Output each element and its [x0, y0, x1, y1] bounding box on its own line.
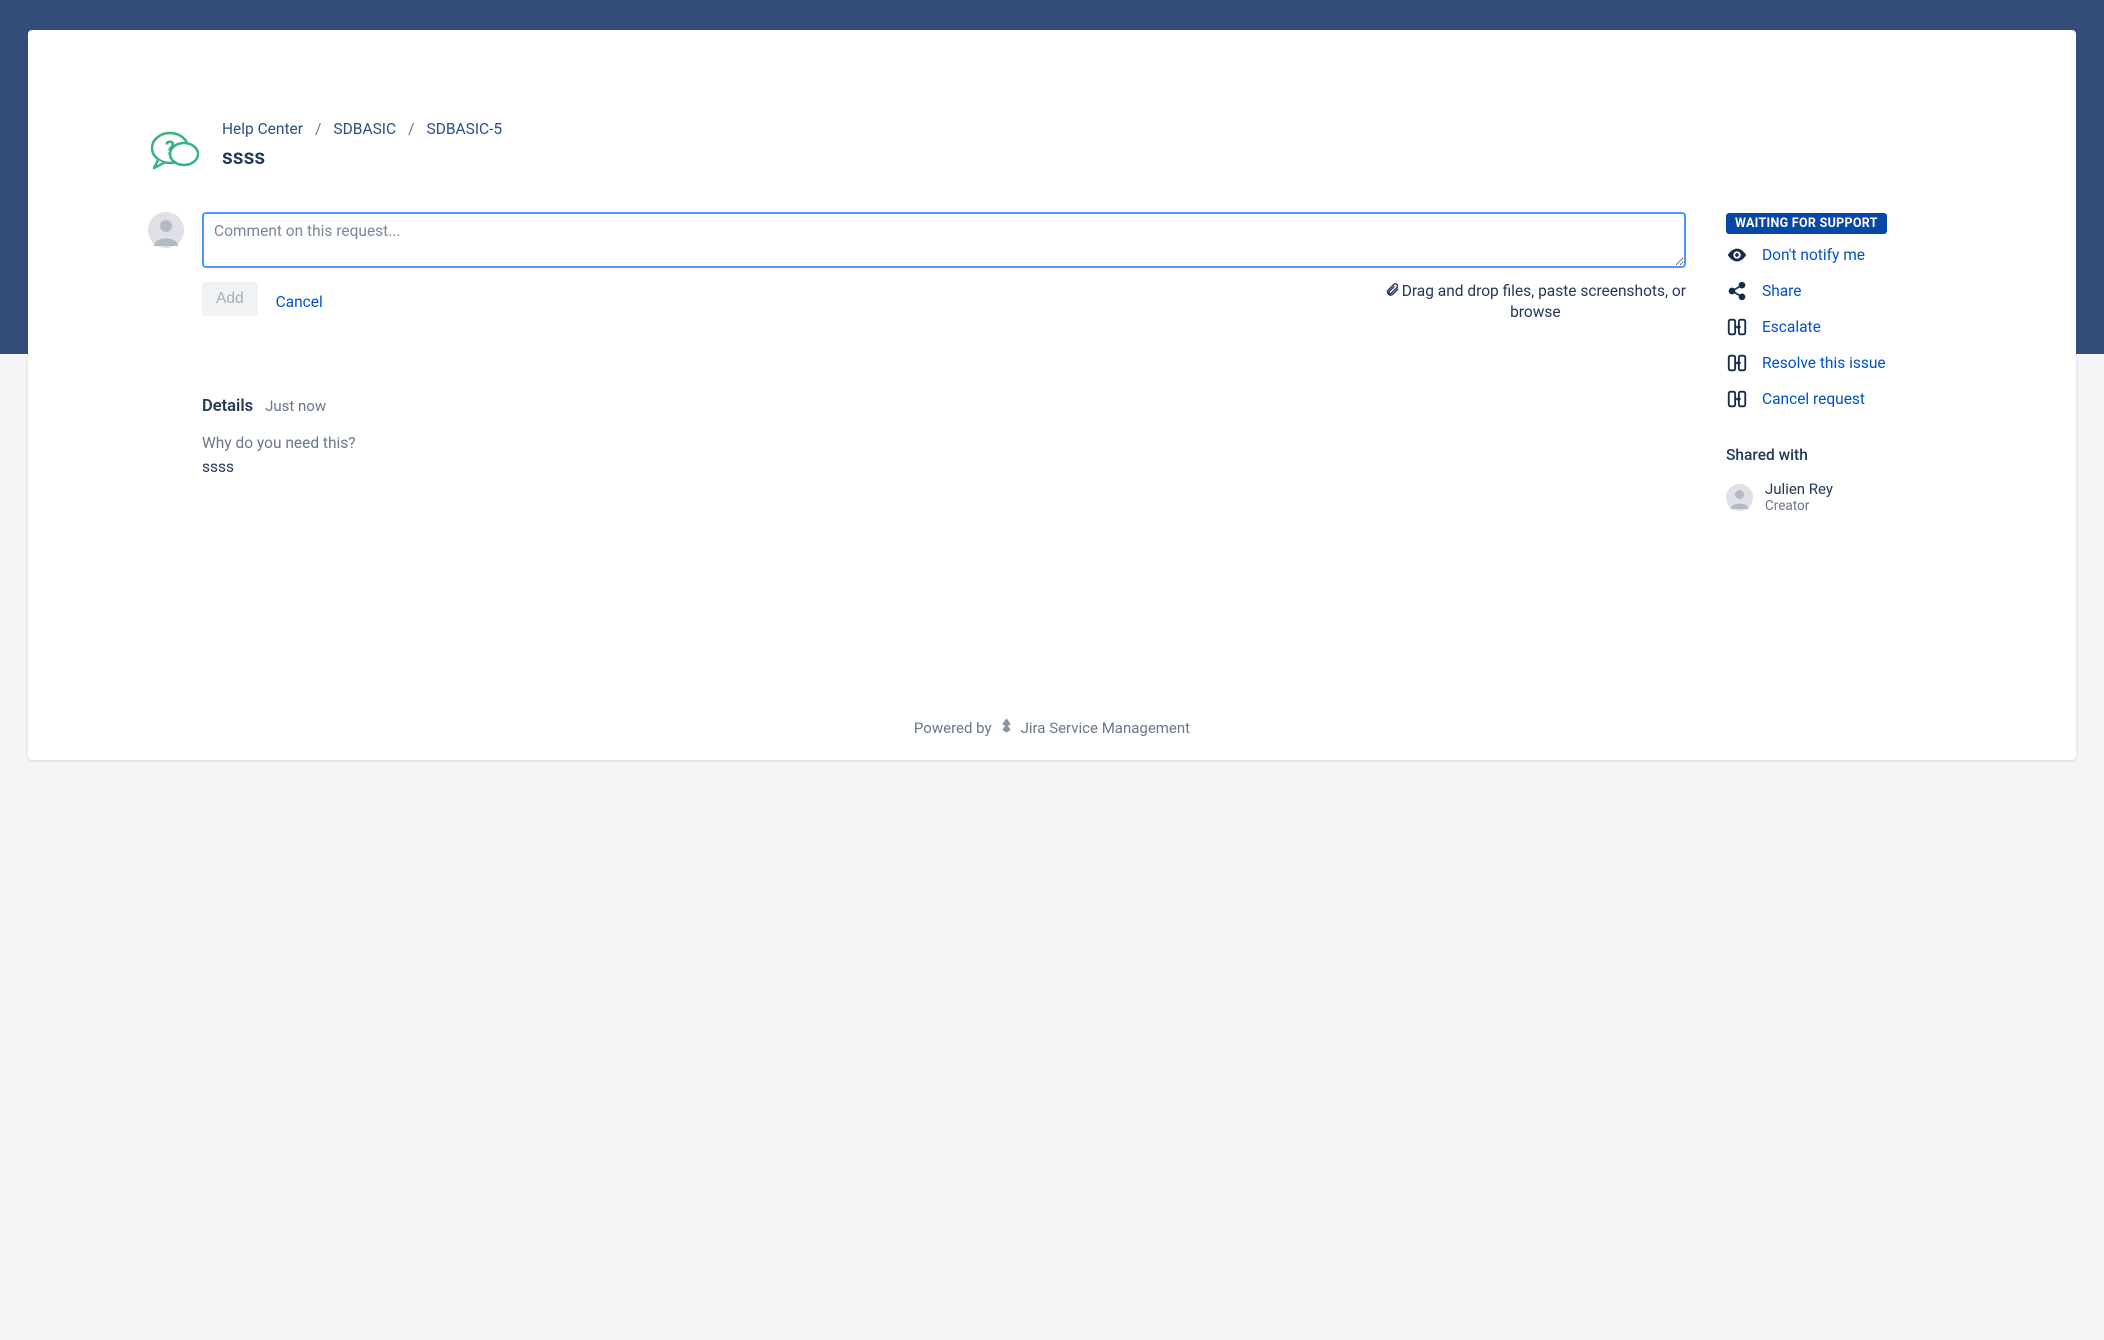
breadcrumb-help-center[interactable]: Help Center: [222, 120, 303, 138]
action-cancel-request[interactable]: Cancel request: [1726, 388, 1956, 410]
details-section: Details Just now Why do you need this? s…: [202, 397, 1686, 476]
page-title: ssss: [222, 146, 502, 170]
person-name: Julien Rey: [1765, 480, 1833, 498]
comment-input[interactable]: [202, 212, 1686, 268]
paperclip-icon: [1385, 282, 1400, 301]
add-comment-button[interactable]: Add: [202, 282, 258, 316]
footer: Powered by Jira Service Management: [28, 717, 2076, 738]
breadcrumb-separator: /: [315, 120, 321, 138]
transition-icon: [1726, 388, 1748, 410]
person-avatar: [1726, 484, 1753, 511]
action-label: Share: [1762, 282, 1802, 300]
status-badge: WAITING FOR SUPPORT: [1726, 213, 1887, 234]
breadcrumb-separator: /: [408, 120, 414, 138]
footer-product-name: Jira Service Management: [1021, 719, 1190, 737]
cancel-comment-link[interactable]: Cancel: [276, 293, 323, 311]
action-label: Resolve this issue: [1762, 354, 1886, 372]
breadcrumb: Help Center / SDBASIC / SDBASIC-5: [222, 120, 502, 138]
action-label: Don't notify me: [1762, 246, 1865, 264]
breadcrumb-issue-key[interactable]: SDBASIC-5: [426, 120, 502, 138]
action-escalate[interactable]: Escalate: [1726, 316, 1956, 338]
action-dont-notify[interactable]: Don't notify me: [1726, 244, 1956, 266]
dropzone-text-prefix: Drag and drop files, paste screenshots, …: [1402, 282, 1686, 300]
person-role: Creator: [1765, 498, 1833, 514]
request-type-icon: ?: [148, 120, 204, 176]
transition-icon: [1726, 352, 1748, 374]
transition-icon: [1726, 316, 1748, 338]
action-label: Escalate: [1762, 318, 1821, 336]
field-label: Why do you need this?: [202, 434, 1686, 452]
action-resolve[interactable]: Resolve this issue: [1726, 352, 1956, 374]
request-header: ? Help Center / SDBASIC / SDBASIC-5 ssss: [148, 120, 1956, 176]
current-user-avatar: [148, 212, 184, 248]
action-list: Don't notify me Share Escalate: [1726, 244, 1956, 410]
details-timestamp: Just now: [265, 397, 326, 415]
field-value: ssss: [202, 458, 1686, 476]
attachment-dropzone[interactable]: Drag and drop files, paste screenshots, …: [1385, 282, 1686, 321]
share-icon: [1726, 280, 1748, 302]
shared-person: Julien Rey Creator: [1726, 480, 1956, 514]
breadcrumb-project[interactable]: SDBASIC: [333, 120, 396, 138]
main-card: ? Help Center / SDBASIC / SDBASIC-5 ssss: [28, 30, 2076, 760]
svg-text:?: ?: [165, 136, 175, 160]
details-heading: Details: [202, 397, 253, 416]
jira-logo-icon: [998, 717, 1015, 738]
comment-section: Add Cancel Drag and drop files, paste sc…: [148, 212, 1686, 321]
shared-with-heading: Shared with: [1726, 446, 1956, 464]
action-label: Cancel request: [1762, 390, 1865, 408]
dropzone-browse-link[interactable]: browse: [1385, 303, 1686, 321]
eye-icon: [1726, 244, 1748, 266]
action-share[interactable]: Share: [1726, 280, 1956, 302]
footer-powered-by: Powered by: [914, 719, 992, 737]
